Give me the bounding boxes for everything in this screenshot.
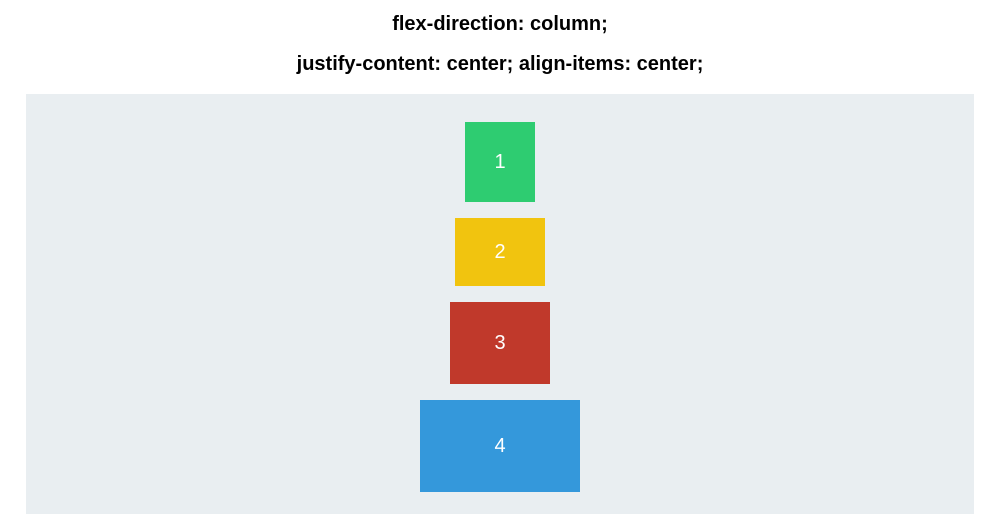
header: flex-direction: column; justify-content:… — [297, 0, 704, 90]
flex-item-4: 4 — [420, 400, 580, 492]
flex-item-3: 3 — [450, 302, 550, 384]
flex-item-2: 2 — [455, 218, 545, 286]
header-line-1: flex-direction: column; — [297, 10, 704, 38]
header-line-2: justify-content: center; align-items: ce… — [297, 50, 704, 78]
flex-container: 1 2 3 4 — [26, 94, 974, 514]
flex-item-1: 1 — [465, 122, 535, 202]
